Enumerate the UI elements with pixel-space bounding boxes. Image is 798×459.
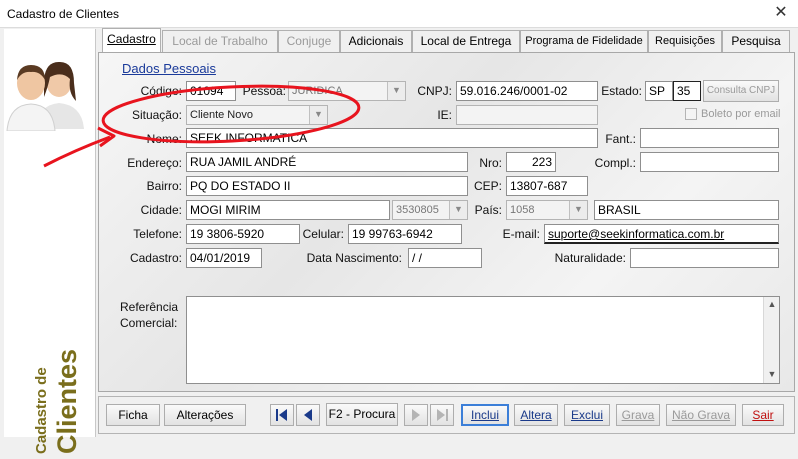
pessoa-select[interactable]: JURIDICA ▼: [288, 81, 406, 101]
chevron-down-icon[interactable]: ▼: [449, 201, 467, 219]
section-title: Dados Pessoais: [122, 61, 216, 76]
referencia-scrollbar[interactable]: ▲ ▼: [763, 297, 779, 383]
title-bar: Cadastro de Clientes ✕: [0, 0, 798, 28]
pais-name-field[interactable]: BRASIL: [594, 200, 779, 220]
procura-button[interactable]: F2 - Procura: [326, 403, 398, 426]
scroll-down-icon[interactable]: ▼: [764, 369, 780, 379]
cidade-code-value: 3530805: [396, 204, 439, 216]
tab-local-de-trabalho[interactable]: Local de Trabalho: [162, 30, 278, 52]
celular-label: Celular:: [302, 227, 344, 241]
boleto-label: Boleto por email: [701, 108, 781, 120]
telefone-label: Telefone:: [133, 227, 182, 241]
nro-field[interactable]: 223: [506, 152, 556, 172]
window-title: Cadastro de Clientes: [7, 7, 120, 21]
nome-field[interactable]: SEEK INFORMATICA: [186, 128, 598, 148]
cep-field[interactable]: 13807-687: [506, 176, 588, 196]
compl-field[interactable]: [640, 152, 779, 172]
referencia-label-line2: Comercial:: [120, 316, 178, 330]
users-icon: [6, 61, 84, 131]
prev-record-button[interactable]: [296, 404, 320, 426]
sidebar-caption-small: Cadastro de: [33, 367, 50, 454]
tab-cadastro[interactable]: Cadastro: [102, 28, 161, 53]
tab-pesquisa[interactable]: Pesquisa: [722, 30, 790, 52]
nascimento-field[interactable]: / /: [408, 248, 482, 268]
fant-label: Fant.:: [605, 132, 636, 146]
nome-label: Nome:: [146, 132, 182, 146]
pais-label: País:: [474, 203, 502, 217]
exclui-button[interactable]: Exclui: [564, 404, 610, 426]
pais-code-select[interactable]: 1058 ▼: [506, 200, 588, 220]
naturalidade-label: Naturalidade:: [554, 251, 626, 265]
ficha-button[interactable]: Ficha: [106, 404, 160, 426]
email-label: E-mail:: [502, 227, 540, 241]
sidebar: Cadastro de Clientes: [4, 29, 96, 454]
nascimento-label: Data Nascimento:: [306, 251, 402, 265]
tab-adicionais[interactable]: Adicionais: [340, 30, 412, 52]
celular-field[interactable]: 19 99763-6942: [348, 224, 462, 244]
chevron-down-icon[interactable]: ▼: [309, 106, 327, 124]
pessoa-value: JURIDICA: [292, 85, 343, 97]
estado-uf-field[interactable]: SP: [645, 81, 673, 101]
inclui-button[interactable]: Inclui: [461, 404, 509, 426]
cnpj-label: CNPJ:: [417, 84, 452, 98]
prev-record-icon: [304, 409, 312, 421]
cep-label: CEP:: [473, 179, 502, 193]
consulta-cnpj-button[interactable]: Consulta CNPJ: [703, 80, 779, 102]
tab-requisicoes[interactable]: Requisições: [648, 30, 722, 52]
next-record-button[interactable]: [404, 404, 428, 426]
codigo-field[interactable]: 01094: [186, 81, 236, 101]
referencia-textarea[interactable]: [186, 296, 780, 384]
codigo-label: Código:: [140, 84, 182, 98]
sidebar-caption: Cadastro de Clientes: [33, 349, 82, 454]
last-record-icon: [437, 409, 448, 421]
tab-programa-de-fidelidade[interactable]: Programa de Fidelidade: [520, 30, 648, 52]
cadastro-field[interactable]: 04/01/2019: [186, 248, 262, 268]
compl-label: Compl.:: [594, 156, 636, 170]
grava-button[interactable]: Grava: [616, 404, 660, 426]
cidade-label: Cidade:: [140, 203, 182, 217]
estado-label: Estado:: [601, 84, 642, 98]
email-field[interactable]: suporte@seekinformatica.com.br: [544, 224, 779, 244]
sidebar-caption-large: Clientes: [52, 349, 82, 454]
bairro-label: Bairro:: [146, 179, 182, 193]
cadastro-label: Cadastro:: [129, 251, 182, 265]
ie-field[interactable]: [456, 105, 598, 125]
cnpj-field[interactable]: 59.016.246/0001-02: [456, 81, 598, 101]
last-record-button[interactable]: [430, 404, 454, 426]
pais-code-value: 1058: [510, 204, 535, 216]
cidade-field[interactable]: MOGI MIRIM: [186, 200, 390, 220]
pessoa-label: Pessoa:: [242, 84, 286, 98]
nro-label: Nro:: [479, 156, 502, 170]
tab-local-de-entrega[interactable]: Local de Entrega: [412, 30, 520, 52]
situacao-label: Situação:: [131, 108, 182, 122]
referencia-label-line1: Referência: [120, 300, 179, 314]
chevron-down-icon[interactable]: ▼: [569, 201, 587, 219]
naturalidade-field[interactable]: [630, 248, 779, 268]
endereco-field[interactable]: RUA JAMIL ANDRÉ: [186, 152, 468, 172]
sair-button[interactable]: Sair: [742, 404, 784, 426]
close-icon[interactable]: ✕: [770, 3, 792, 23]
first-record-button[interactable]: [270, 404, 294, 426]
telefone-field[interactable]: 19 3806-5920: [186, 224, 300, 244]
fant-field[interactable]: [640, 128, 779, 148]
chevron-down-icon[interactable]: ▼: [387, 82, 405, 100]
alteracoes-button[interactable]: Alterações: [164, 404, 246, 426]
first-record-icon: [276, 409, 287, 421]
scroll-up-icon[interactable]: ▲: [764, 299, 780, 309]
nao-grava-button[interactable]: Não Grava: [666, 404, 736, 426]
boleto-checkbox[interactable]: [685, 108, 697, 120]
endereco-label: Endereço:: [127, 156, 182, 170]
altera-button[interactable]: Altera: [514, 404, 558, 426]
cidade-code-select[interactable]: 3530805 ▼: [392, 200, 468, 220]
next-record-icon: [412, 409, 420, 421]
situacao-value: Cliente Novo: [190, 109, 253, 121]
ie-label: IE:: [437, 108, 452, 122]
tab-conjuge[interactable]: Conjuge: [278, 30, 340, 52]
situacao-select[interactable]: Cliente Novo ▼: [186, 105, 328, 125]
email-value: suporte@seekinformatica.com.br: [548, 227, 725, 241]
estado-code-field[interactable]: 35: [673, 81, 701, 101]
bairro-field[interactable]: PQ DO ESTADO II: [186, 176, 468, 196]
